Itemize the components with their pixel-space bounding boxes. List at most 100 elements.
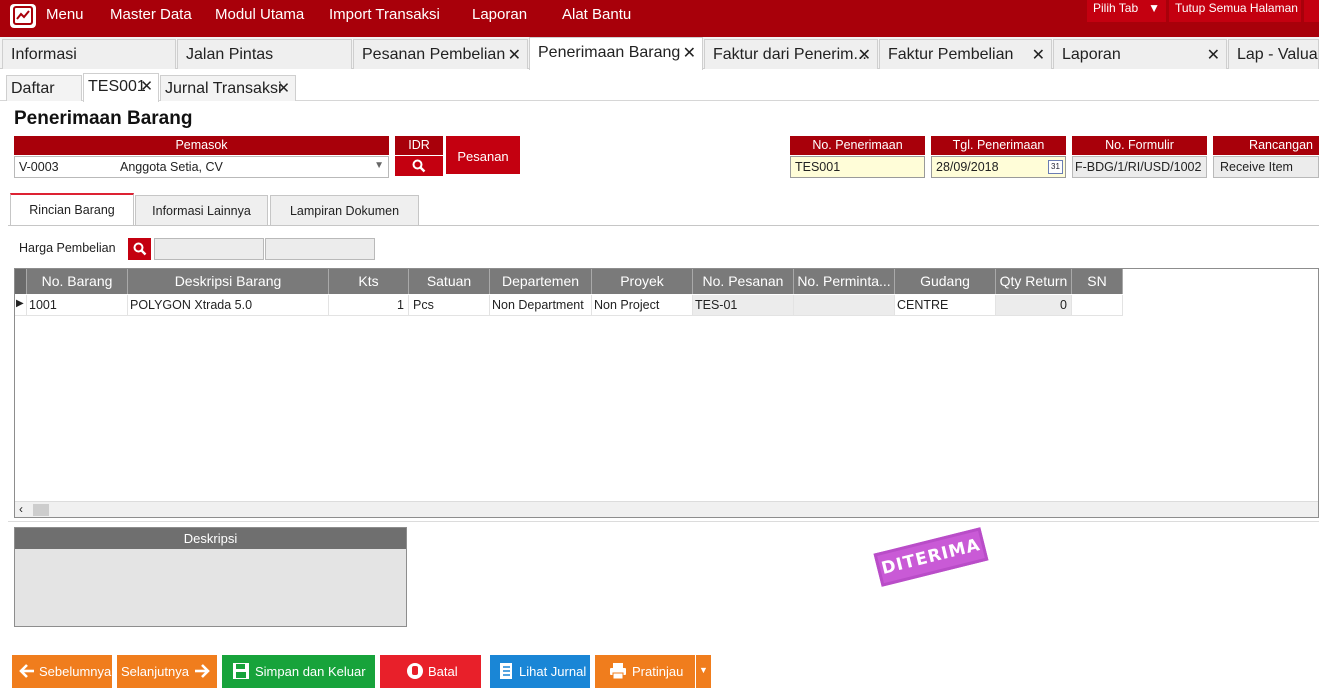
col-deskripsi-barang[interactable]: Deskripsi Barang [128, 269, 329, 294]
close-icon[interactable]: ✕ [1207, 45, 1220, 65]
cell-gudang[interactable]: CENTRE [895, 295, 996, 316]
subtab-jurnal-transaksi[interactable]: Jurnal Transaksi ✕ [160, 75, 296, 101]
scroll-left-icon[interactable]: ‹ [19, 502, 23, 516]
harga-field-1[interactable] [154, 238, 264, 260]
page-title: Penerimaan Barang [14, 108, 193, 129]
arrow-right-icon [195, 664, 210, 678]
no-penerimaan-input[interactable]: TES001 [790, 156, 925, 178]
menu-item-modul-utama[interactable]: Modul Utama [215, 6, 304, 23]
pilih-tab-label: Pilih Tab [1093, 1, 1139, 15]
tab-faktur-dari-penerimaan[interactable]: Faktur dari Penerim... ✕ [704, 39, 878, 69]
subtab-label: Daftar [11, 80, 55, 97]
calendar-icon[interactable]: 31 [1048, 160, 1063, 174]
subtab-tes001[interactable]: TES001 ✕ [83, 73, 159, 102]
batal-button[interactable]: Batal [380, 655, 481, 688]
col-sn[interactable]: SN [1072, 269, 1123, 294]
tab-rincian-barang[interactable]: Rincian Barang [10, 193, 134, 225]
tab-lampiran-dokumen[interactable]: Lampiran Dokumen [270, 195, 419, 226]
pratinjau-dropdown-button[interactable]: ▼ [696, 655, 711, 688]
tab-label: Lap - Valuas [1237, 46, 1319, 63]
cell-no-pesanan[interactable]: TES-01 [693, 295, 794, 316]
pratinjau-button[interactable]: Pratinjau [595, 655, 695, 688]
col-no-pesanan[interactable]: No. Pesanan [693, 269, 794, 294]
tab-informasi[interactable]: Informasi [2, 39, 176, 69]
row-selector-header [15, 269, 27, 294]
batal-label: Batal [428, 664, 458, 679]
rancangan-header: Rancangan [1213, 136, 1319, 155]
subtab-label: Jurnal Transaksi [165, 80, 282, 97]
sebelumnya-button[interactable]: Sebelumnya [12, 655, 112, 688]
lihat-jurnal-button[interactable]: Lihat Jurnal [490, 655, 590, 688]
pratinjau-label: Pratinjau [632, 664, 684, 679]
col-no-barang[interactable]: No. Barang [27, 269, 128, 294]
harga-field-2[interactable] [265, 238, 375, 260]
close-icon[interactable]: ✕ [858, 45, 871, 65]
currency-search-button[interactable] [395, 156, 443, 176]
subtab-daftar[interactable]: Daftar [6, 75, 82, 101]
col-proyek[interactable]: Proyek [592, 269, 693, 294]
col-qty-return[interactable]: Qty Return [996, 269, 1072, 294]
app-logo-icon[interactable] [10, 4, 36, 28]
caret-down-icon: ▼ [1148, 1, 1160, 15]
close-icon[interactable]: ✕ [277, 79, 290, 97]
tutup-semua-button[interactable]: Tutup Semua Halaman [1169, 0, 1301, 22]
tab-lap-valuasi[interactable]: Lap - Valuas [1228, 39, 1319, 69]
harga-search-button[interactable] [128, 238, 151, 260]
selanjutnya-label: Selanjutnya [121, 664, 189, 679]
tab-informasi-lainnya[interactable]: Informasi Lainnya [135, 195, 268, 226]
menu-item-alat-bantu[interactable]: Alat Bantu [562, 6, 631, 23]
menu-item-import-transaksi[interactable]: Import Transaksi [329, 6, 440, 23]
cell-qty-return[interactable]: 0 [996, 295, 1072, 316]
deskripsi-textarea[interactable] [15, 549, 406, 627]
scroll-thumb[interactable] [33, 504, 49, 516]
close-icon[interactable]: ✕ [1032, 45, 1045, 65]
chevron-down-icon[interactable]: ▼ [374, 160, 384, 171]
cell-satuan[interactable]: Pcs [409, 295, 490, 316]
tab-pesanan-pembelian[interactable]: Pesanan Pembelian ✕ [353, 39, 528, 69]
pesanan-button[interactable]: Pesanan [446, 136, 520, 174]
harga-pembelian-label: Harga Pembelian [19, 241, 116, 255]
close-icon[interactable]: ✕ [140, 77, 153, 95]
cell-deskripsi-barang[interactable]: POLYGON Xtrada 5.0 [128, 295, 329, 316]
pemasok-select[interactable]: V-0003 Anggota Setia, CV ▼ [14, 156, 389, 178]
cell-proyek[interactable]: Non Project [592, 295, 693, 316]
menu-item-master-data[interactable]: Master Data [110, 6, 192, 23]
close-icon[interactable]: ✕ [508, 45, 521, 65]
menu-item-menu[interactable]: Menu [46, 6, 84, 23]
cell-kts[interactable]: 1 [329, 295, 409, 316]
col-satuan[interactable]: Satuan [409, 269, 490, 294]
tab-label: Informasi [11, 46, 77, 63]
pilih-tab-button[interactable]: Pilih Tab ▼ [1087, 0, 1166, 22]
cell-no-barang[interactable]: 1001 [27, 295, 128, 316]
currency-header: IDR [395, 136, 443, 155]
cell-no-permintaan[interactable] [794, 295, 895, 316]
cell-departemen[interactable]: Non Department [490, 295, 592, 316]
no-penerimaan-header: No. Penerimaan [790, 136, 925, 155]
tab-faktur-pembelian[interactable]: Faktur Pembelian ✕ [879, 39, 1052, 69]
selanjutnya-button[interactable]: Selanjutnya [117, 655, 217, 688]
col-gudang[interactable]: Gudang [895, 269, 996, 294]
simpan-label: Simpan dan Keluar [255, 664, 366, 679]
menu-item-laporan[interactable]: Laporan [472, 6, 527, 23]
no-formulir-input[interactable]: F-BDG/1/RI/USD/1002 [1072, 156, 1207, 178]
diterima-stamp: DITERIMA [873, 527, 989, 587]
simpan-dan-keluar-button[interactable]: Simpan dan Keluar [222, 655, 375, 688]
tgl-penerimaan-value: 28/09/2018 [936, 160, 999, 174]
col-kts[interactable]: Kts [329, 269, 409, 294]
row-pointer-icon[interactable]: ▶ [15, 295, 27, 316]
col-no-permintaan[interactable]: No. Perminta... [794, 269, 895, 294]
rancangan-select[interactable]: Receive Item [1213, 156, 1319, 178]
divider [8, 521, 1319, 522]
tgl-penerimaan-header: Tgl. Penerimaan [931, 136, 1066, 155]
extra-menu-button[interactable] [1304, 0, 1319, 22]
tab-penerimaan-barang[interactable]: Penerimaan Barang ✕ [529, 37, 703, 70]
horizontal-scrollbar[interactable]: ‹ [15, 501, 1318, 517]
tab-laporan[interactable]: Laporan ✕ [1053, 39, 1227, 69]
tgl-penerimaan-input[interactable]: 28/09/2018 31 [931, 156, 1066, 178]
col-departemen[interactable]: Departemen [490, 269, 592, 294]
search-icon [412, 159, 426, 173]
deskripsi-panel: Deskripsi [14, 527, 407, 627]
close-icon[interactable]: ✕ [683, 43, 696, 63]
tab-jalan-pintas[interactable]: Jalan Pintas [177, 39, 352, 69]
cell-sn[interactable] [1072, 295, 1123, 316]
